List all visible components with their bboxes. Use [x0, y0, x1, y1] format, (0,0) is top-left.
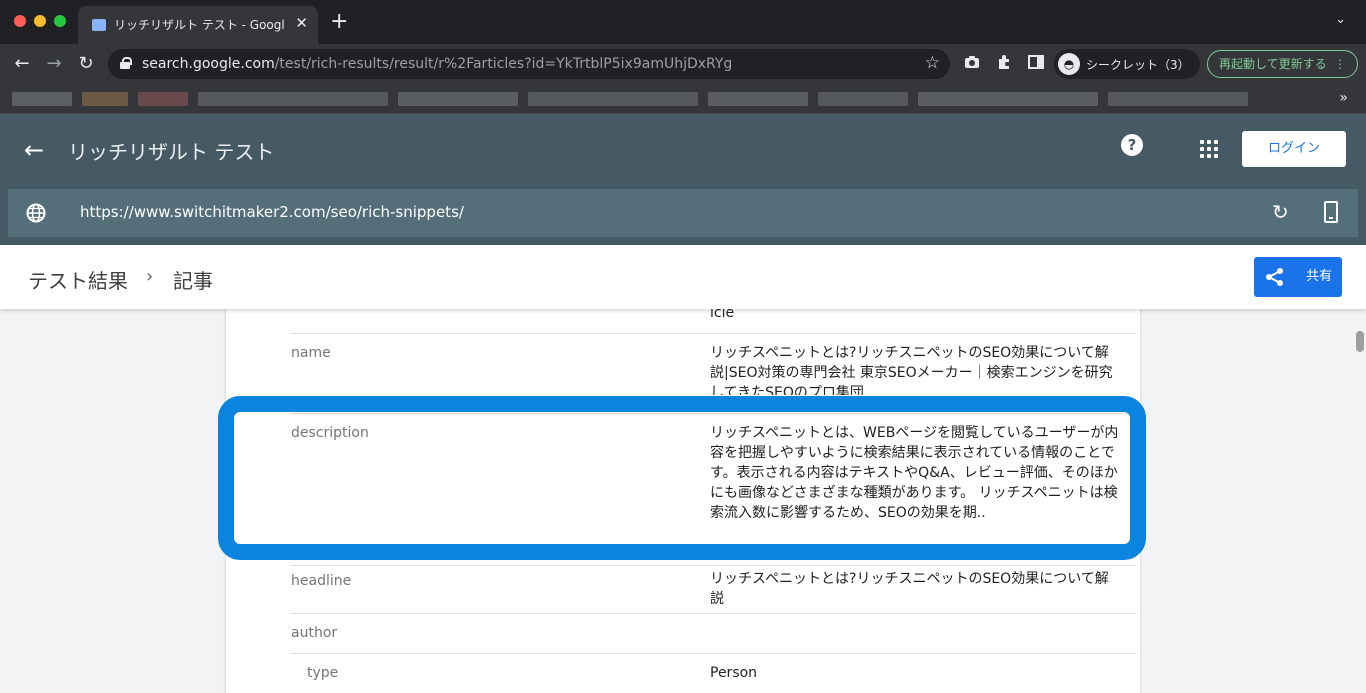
incognito-profile-button[interactable]: ◓ シークレット（3）	[1054, 49, 1200, 79]
bookmark-item-blurred[interactable]	[918, 92, 1098, 106]
breadcrumb-article: 記事	[173, 269, 213, 293]
mobile-device-icon[interactable]	[1324, 201, 1338, 223]
tab-close-icon[interactable]: ✕	[295, 14, 308, 32]
bookmark-item-blurred[interactable]	[528, 92, 698, 106]
address-url[interactable]: search.google.com/test/rich-results/resu…	[142, 56, 732, 72]
tab-search-chevron-icon[interactable]: ⌄	[1335, 12, 1346, 27]
property-value: リッチスペニットとは?リッチスニペットのSEO効果について解説|SEO対策の専門…	[710, 345, 1113, 395]
browser-tabstrip: リッチリザルト テスト - Google ✕ + ⌄	[0, 0, 1366, 44]
help-icon[interactable]: ?	[1121, 134, 1143, 156]
bookmark-item-blurred[interactable]	[818, 92, 908, 106]
property-name: author	[291, 625, 338, 641]
browser-back-icon[interactable]: ←	[8, 50, 36, 78]
lock-icon[interactable]	[120, 57, 132, 69]
breadcrumb-chevron-icon: ›	[146, 266, 154, 287]
tab-title: リッチリザルト テスト - Google	[114, 18, 284, 32]
property-value: リッチスペニットとは?リッチスニペットのSEO効果について解説	[710, 571, 1109, 607]
clipped-property-value: icle	[710, 309, 735, 321]
incognito-label: シークレット（3）	[1086, 58, 1190, 72]
page-scrollbar-thumb[interactable]	[1356, 331, 1364, 352]
bookmark-item-blurred[interactable]	[198, 92, 388, 106]
incognito-favicon-icon	[92, 19, 106, 31]
share-icon	[1266, 268, 1283, 286]
relaunch-update-button[interactable]: 再起動して更新する ⋮	[1207, 50, 1358, 78]
property-name: name	[291, 345, 331, 361]
relaunch-label: 再起動して更新する	[1219, 57, 1327, 71]
window-zoom-button[interactable]	[54, 15, 66, 27]
bookmarks-bar: »	[0, 84, 1366, 114]
app-back-arrow-icon[interactable]: ←	[24, 136, 44, 164]
browser-tab-active[interactable]: リッチリザルト テスト - Google ✕	[78, 6, 318, 44]
browser-forward-icon[interactable]: →	[40, 50, 68, 78]
table-row: author	[290, 613, 1138, 653]
globe-icon	[26, 203, 46, 223]
bookmark-item-blurred[interactable]	[12, 92, 72, 106]
tested-url-bar: https://www.switchitmaker2.com/seo/rich-…	[8, 189, 1358, 237]
bookmark-item-blurred[interactable]	[398, 92, 518, 106]
browser-toolbar: ← → ↻ search.google.com/test/rich-result…	[0, 44, 1366, 84]
bookmark-star-icon[interactable]: ☆	[925, 53, 940, 73]
window-close-button[interactable]	[14, 15, 26, 27]
login-button[interactable]: ログイン	[1242, 131, 1346, 167]
bookmark-item-blurred[interactable]	[1108, 92, 1248, 106]
bookmark-item-blurred[interactable]	[138, 92, 188, 106]
extensions-puzzle-icon[interactable]	[996, 54, 1012, 75]
new-tab-button[interactable]: +	[330, 10, 348, 34]
incognito-avatar-icon: ◓	[1058, 53, 1080, 75]
table-row: headline リッチスペニットとは?リッチスニペットのSEO効果について解説	[290, 565, 1138, 613]
google-apps-grid-icon[interactable]	[1200, 140, 1218, 158]
description-highlight-frame	[218, 396, 1146, 560]
more-menu-icon[interactable]: ⋮	[1334, 51, 1346, 77]
bookmark-item-blurred[interactable]	[708, 92, 808, 106]
app-header: ← リッチリザルト テスト ? ログイン https://www.switchi…	[0, 114, 1366, 245]
property-name: headline	[291, 573, 352, 589]
side-panel-icon[interactable]	[1028, 54, 1044, 74]
window-minimize-button[interactable]	[34, 15, 46, 27]
share-label: 共有	[1306, 269, 1333, 284]
breadcrumb-bar: テスト結果 › 記事 共有	[0, 245, 1366, 309]
results-content: icle name リッチスペニットとは?リッチスニペットのSEO効果について解…	[0, 309, 1366, 693]
app-title: リッチリザルト テスト	[68, 140, 275, 164]
property-name: type	[307, 665, 339, 681]
camera-icon[interactable]	[964, 54, 980, 74]
property-value: Person	[710, 665, 758, 681]
url-path: /test/rich-results/result/r%2Farticles?i…	[274, 56, 733, 72]
bookmark-item-blurred[interactable]	[82, 92, 128, 106]
address-bar[interactable]: search.google.com/test/rich-results/resu…	[108, 49, 950, 79]
bookmarks-overflow-icon[interactable]: »	[1339, 90, 1348, 106]
share-button[interactable]: 共有	[1254, 257, 1342, 297]
breadcrumb-test-results[interactable]: テスト結果	[28, 265, 128, 294]
browser-reload-icon[interactable]: ↻	[72, 50, 100, 78]
retest-refresh-icon[interactable]: ↻	[1272, 200, 1289, 224]
table-row: type Person	[290, 653, 1138, 693]
url-host: search.google.com	[142, 56, 275, 72]
tested-url-text: https://www.switchitmaker2.com/seo/rich-…	[80, 203, 464, 221]
